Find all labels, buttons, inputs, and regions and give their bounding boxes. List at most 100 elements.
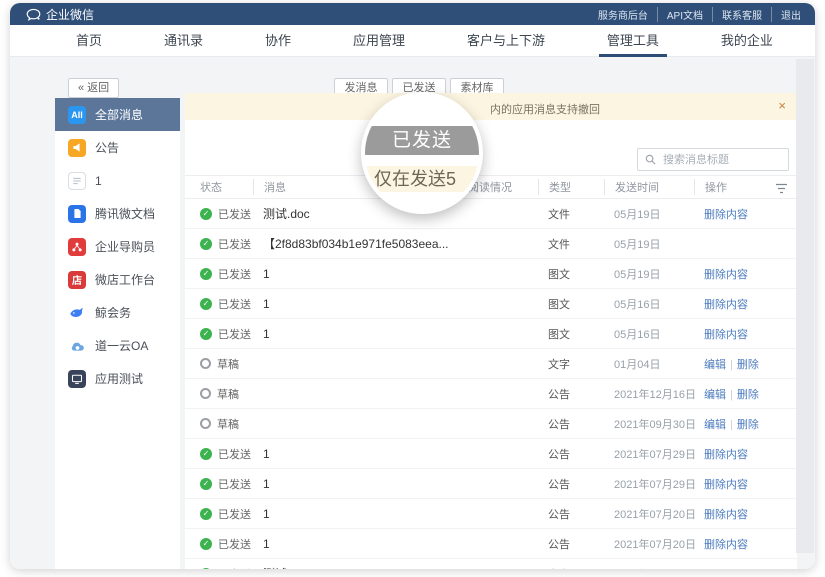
back-button[interactable]: « 返回: [68, 78, 119, 98]
sidebar-item-全部消息[interactable]: All全部消息: [55, 98, 180, 131]
sidebar-item-label: 企业导购员: [95, 238, 155, 255]
sidebar: All全部消息公告 1腾讯微文档企业导购员店微店工作台鲸会务道一云OA 应用测试: [55, 98, 180, 569]
all-badge-icon: All: [68, 106, 86, 124]
sidebar-item-应用测试[interactable]: 应用测试: [55, 362, 180, 395]
nav-item-管理工具[interactable]: 管理工具: [607, 25, 659, 57]
close-icon[interactable]: ×: [778, 99, 786, 112]
actions-cell: 编辑|删除: [704, 416, 780, 432]
nav-item-首页[interactable]: 首页: [76, 25, 102, 57]
status-text: 已发送: [218, 476, 251, 492]
status-sent-icon: ✓: [200, 268, 212, 280]
actions-cell: 删除内容: [704, 266, 780, 282]
actions-cell: 删除内容: [704, 326, 780, 342]
send-time-cell: 2021年12月16日: [614, 386, 704, 402]
action-link-删除内容[interactable]: 删除内容: [704, 479, 748, 491]
nav-item-应用管理[interactable]: 应用管理: [353, 25, 405, 57]
type-cell: 公告: [548, 416, 614, 432]
action-link-编辑[interactable]: 编辑: [704, 359, 726, 371]
sidebar-item-道一云OA[interactable]: 道一云OA: [55, 329, 180, 362]
star-icon[interactable]: ★: [780, 566, 794, 570]
status-text: 已发送: [218, 506, 251, 522]
status-cell: ✓已发送: [200, 476, 263, 492]
action-link-删除内容[interactable]: 删除内容: [704, 209, 748, 221]
status-text: 已发送: [218, 566, 251, 570]
sidebar-item-label: 道一云OA: [95, 337, 148, 354]
sidebar-item-微店工作台[interactable]: 店微店工作台: [55, 263, 180, 296]
type-cell: 公告: [548, 386, 614, 402]
actions-cell: 删除内容: [704, 536, 780, 552]
status-draft-icon: [200, 358, 211, 369]
send-time-cell: 2021年07月29日: [614, 446, 704, 462]
sidebar-item-腾讯微文档[interactable]: 腾讯微文档: [55, 197, 180, 230]
magnified-sent-tab: 已发送: [365, 126, 479, 155]
app-logo[interactable]: 企业微信: [26, 6, 94, 23]
whale-icon: [68, 304, 86, 322]
topbar-link-退出[interactable]: 退出: [772, 7, 801, 22]
topbar-link-API文档[interactable]: API文档: [658, 7, 713, 22]
table-row: ✓已发送1公告2021年07月20日删除内容: [185, 499, 797, 529]
sidebar-item-label: 微店工作台: [95, 271, 155, 288]
sidebar-item-公告[interactable]: 公告: [55, 131, 180, 164]
status-cell: ✓ 已发送: [200, 566, 263, 570]
send-time-cell: 2021年07月20日: [614, 536, 704, 552]
table-header: 状态消息阅读情况类型发送时间操作: [185, 175, 797, 199]
search-input[interactable]: [661, 153, 781, 167]
type-cell: 文字: [548, 356, 614, 372]
nav-item-我的企业[interactable]: 我的企业: [721, 25, 773, 57]
type-cell: 文件: [548, 236, 614, 252]
action-link-删除[interactable]: 删除: [737, 359, 759, 371]
status-text: 已发送: [218, 206, 251, 222]
status-text: 已发送: [218, 536, 251, 552]
action-link-删除内容[interactable]: 删除内容: [704, 449, 748, 461]
nav-item-客户与上下游[interactable]: 客户与上下游: [467, 25, 545, 57]
actions-cell: 删除内容: [704, 476, 780, 492]
table-row: 草稿公告2021年09月30日编辑|删除: [185, 409, 797, 439]
type-cell: 文件: [548, 206, 614, 222]
filter-icon[interactable]: [775, 183, 788, 194]
scrollbar-track[interactable]: [796, 59, 814, 553]
main-nav: 首页 通讯录 协作 应用管理 客户与上下游 管理工具 我的企业: [10, 25, 815, 57]
action-link-删除[interactable]: 删除: [737, 419, 759, 431]
sidebar-item-label: 公告: [95, 139, 119, 156]
status-cell: ✓已发送: [200, 326, 263, 342]
network-icon: [68, 238, 86, 256]
action-link-编辑[interactable]: 编辑: [704, 419, 726, 431]
table-row: 草稿公告2021年12月16日编辑|删除: [185, 379, 797, 409]
app-window: 企业微信 服务商后台API文档联系客服退出 首页 通讯录 协作 应用管理 客户与上下游 管…: [10, 3, 815, 569]
magnified-notice-text: 仅在发送5: [365, 166, 479, 192]
table-row: ✓已发送1图文05月16日删除内容: [185, 289, 797, 319]
topbar-link-联系客服[interactable]: 联系客服: [713, 7, 772, 22]
nav-item-协作[interactable]: 协作: [265, 25, 291, 57]
status-sent-icon: ✓: [200, 568, 212, 570]
chat-bubble-icon: [26, 8, 41, 21]
status-sent-icon: ✓: [200, 508, 212, 520]
action-link-删除内容[interactable]: 删除内容: [704, 269, 748, 281]
actions-cell: 编辑 | 删除: [704, 386, 780, 402]
status-text: 已发送: [218, 446, 251, 462]
status-cell: ✓已发送: [200, 206, 263, 222]
sidebar-item-label: 应用测试: [95, 370, 143, 387]
message-cell: 1: [263, 267, 467, 281]
status-cell: 草稿: [200, 416, 263, 432]
sidebar-item-鲸会务[interactable]: 鲸会务: [55, 296, 180, 329]
sidebar-item-企业导购员[interactable]: 企业导购员: [55, 230, 180, 263]
action-link-删除内容[interactable]: 删除内容: [704, 509, 748, 521]
action-link-删除内容[interactable]: 删除内容: [704, 329, 748, 341]
table-body: ✓已发送测试.doc文件05月19日删除内容✓已发送【2f8d83bf034b1…: [185, 199, 797, 569]
status-sent-icon: ✓: [200, 238, 212, 250]
status-draft-icon: [200, 418, 211, 429]
action-separator: |: [730, 389, 733, 401]
topbar-link-服务商后台[interactable]: 服务商后台: [589, 7, 658, 22]
send-time-cell: 05月16日: [614, 326, 704, 342]
action-link-删除[interactable]: 删除: [737, 389, 759, 401]
list-icon: [68, 172, 86, 190]
status-text: 草稿: [217, 356, 239, 372]
column-header-类型: 类型: [538, 179, 614, 195]
content-area: « 返回 发消息已发送素材库 All全部消息公告1腾讯微文档企业导购员店微店工作…: [10, 57, 815, 569]
action-link-编辑[interactable]: 编辑: [704, 389, 726, 401]
nav-item-通讯录[interactable]: 通讯录: [164, 25, 203, 57]
monitor-icon: [68, 370, 86, 388]
action-link-删除内容[interactable]: 删除内容: [704, 539, 748, 551]
sidebar-item-1[interactable]: 1: [55, 164, 180, 197]
action-link-删除内容[interactable]: 删除内容: [704, 299, 748, 311]
